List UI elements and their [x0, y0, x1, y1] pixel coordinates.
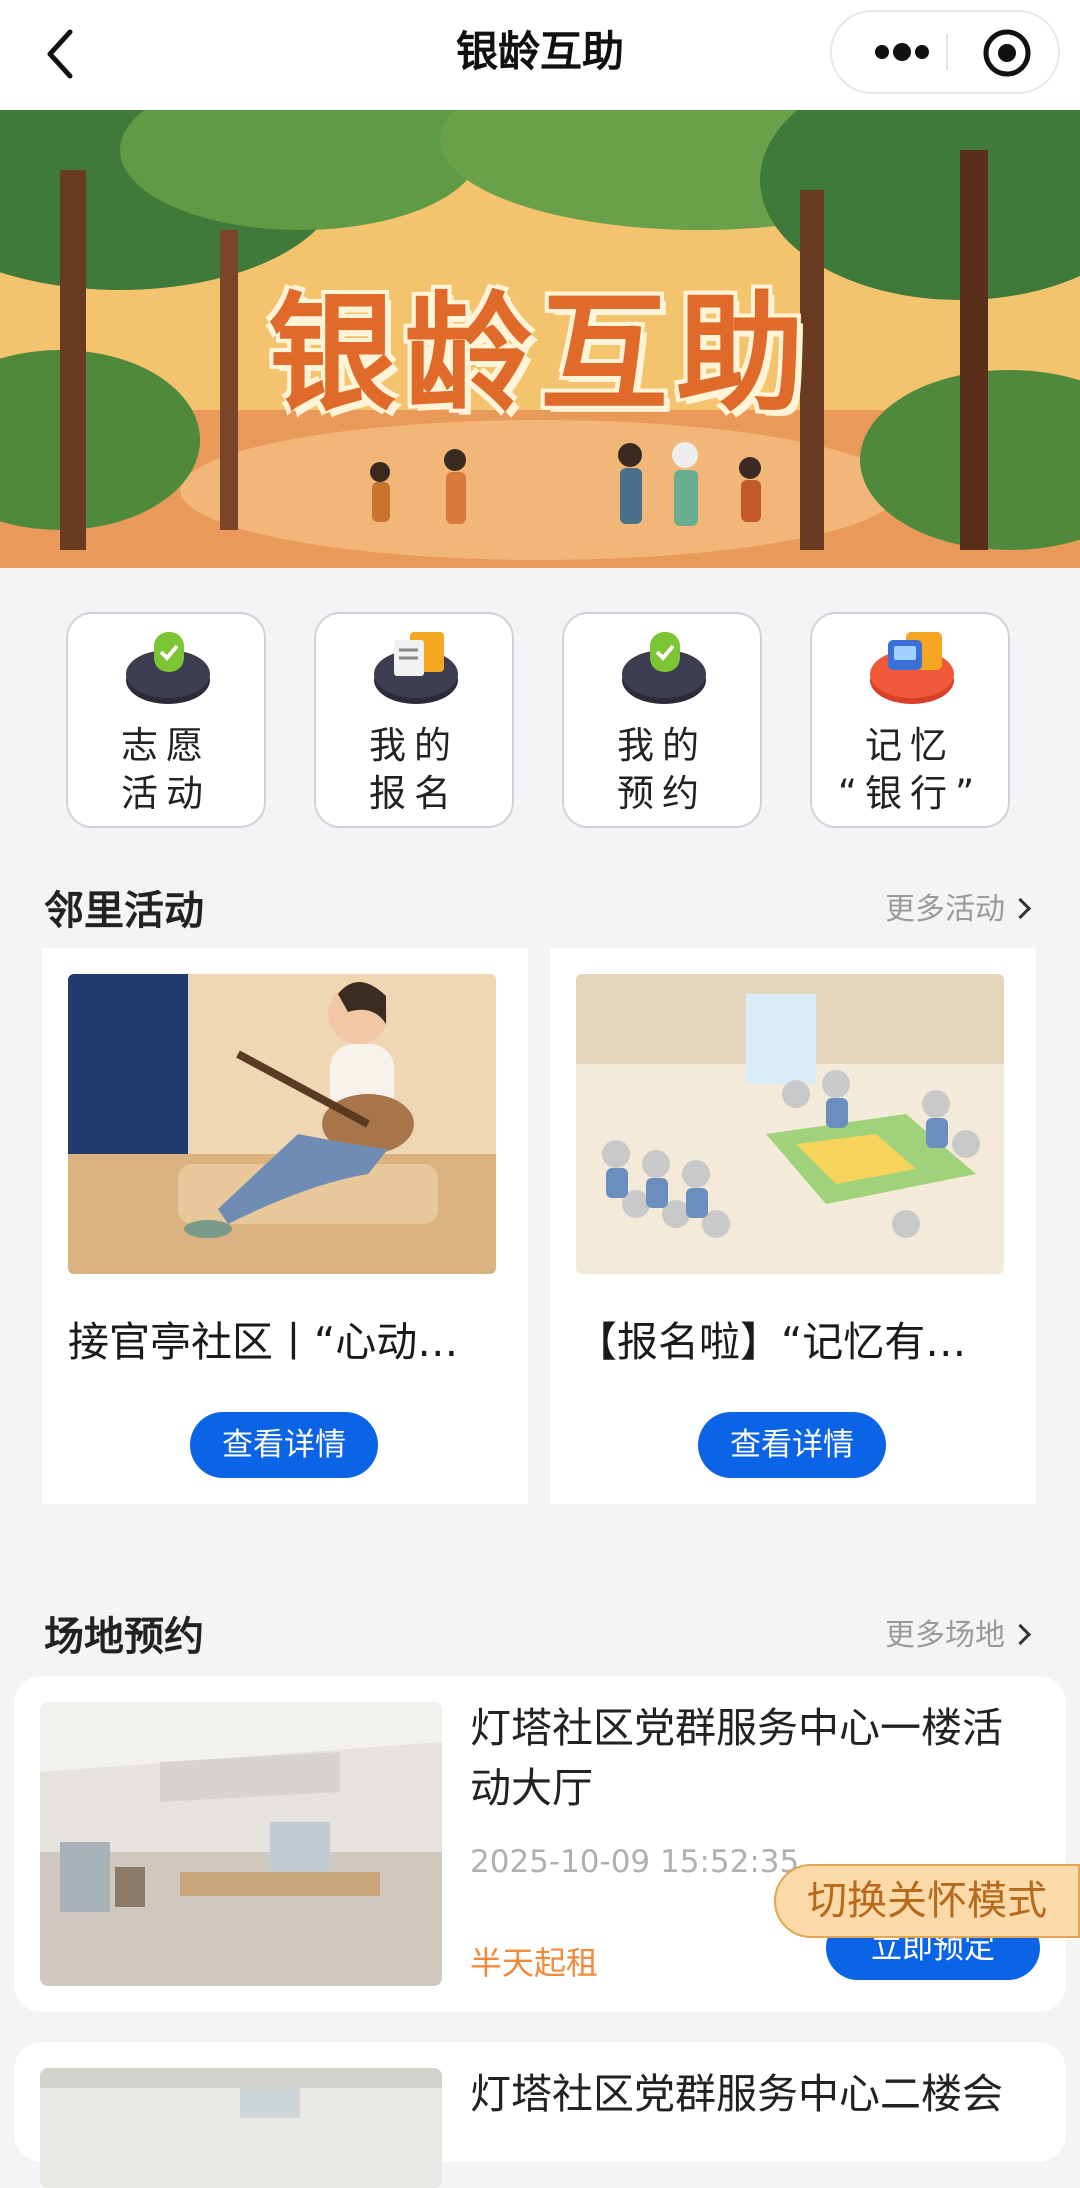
- venue-rental-term: 半天起租: [470, 1944, 599, 1982]
- quick-entry-label: 我的 预约: [617, 724, 707, 815]
- venue-photo: [40, 1702, 442, 1986]
- volunteer-icon: [126, 632, 210, 704]
- reservation-icon: [622, 632, 706, 704]
- hall-photo: [40, 2068, 442, 2188]
- memory-bank-icon: [870, 632, 954, 704]
- view-details-button[interactable]: 查看详情: [698, 1412, 886, 1478]
- section-title-venues: 场地预约: [44, 1614, 204, 1660]
- activity-card[interactable]: 【报名啦】“记忆有… 查看详情: [550, 948, 1036, 1504]
- registration-icon: [374, 632, 458, 704]
- close-program-button[interactable]: [980, 26, 1034, 80]
- care-mode-toggle-button[interactable]: 切换关怀模式: [774, 1864, 1080, 1938]
- quick-entry-label: 记忆 “银行”: [837, 724, 983, 815]
- mini-program-capsule: [830, 10, 1060, 94]
- more-venues-link[interactable]: 更多场地: [885, 1610, 1032, 1654]
- venue-card[interactable]: 灯塔社区党群服务中心一楼活动大厅 2025-10-09 15:52:35 半天起…: [14, 1676, 1066, 2012]
- venue-name: 灯塔社区党群服务中心一楼活动大厅: [470, 1704, 1003, 1812]
- quick-entry-grid: 志愿 活动 我的 报名 我的 预约 记忆 “银行”: [0, 612, 1080, 830]
- hero-banner[interactable]: 银龄互助: [0, 110, 1080, 568]
- navigation-bar: 银龄互助: [0, 0, 1080, 110]
- guitar-player-illustration: [68, 974, 496, 1274]
- activity-title: 【报名啦】“记忆有…: [576, 1318, 967, 1366]
- activity-title: 接官亭社区丨“心动…: [68, 1318, 459, 1366]
- hall-photo: [40, 1702, 442, 1986]
- view-details-button[interactable]: 查看详情: [190, 1412, 378, 1478]
- quick-entry-my-reservation[interactable]: 我的 预约: [562, 612, 762, 828]
- quick-entry-volunteer[interactable]: 志愿 活动: [66, 612, 266, 828]
- quick-entry-memory-bank[interactable]: 记忆 “银行”: [810, 612, 1010, 828]
- activity-card[interactable]: 接官亭社区丨“心动… 查看详情: [42, 948, 528, 1504]
- section-title-activities: 邻里活动: [44, 888, 204, 934]
- chevron-right-icon: [1009, 1623, 1032, 1646]
- activity-image: [576, 974, 1004, 1274]
- quick-entry-label: 我的 报名: [369, 724, 459, 815]
- capsule-divider: [946, 34, 948, 70]
- more-options-button[interactable]: [862, 34, 942, 70]
- more-activities-link[interactable]: 更多活动: [885, 884, 1032, 928]
- more-activities-label: 更多活动: [885, 892, 1005, 927]
- target-circle-icon: [983, 29, 1031, 77]
- venue-photo: [40, 2068, 442, 2188]
- quick-entry-my-registration[interactable]: 我的 报名: [314, 612, 514, 828]
- banner-title: 银龄互助: [267, 279, 812, 429]
- venue-name: 灯塔社区党群服务中心二楼会: [470, 2070, 1003, 2118]
- community-game-illustration: [576, 974, 1004, 1274]
- more-venues-label: 更多场地: [885, 1618, 1005, 1653]
- quick-entry-label: 志愿 活动: [121, 724, 211, 815]
- more-dots-icon: [875, 43, 929, 61]
- venue-card[interactable]: 灯塔社区党群服务中心二楼会: [14, 2042, 1066, 2188]
- activity-image: [68, 974, 496, 1274]
- venue-time: 2025-10-09 15:52:35: [470, 1844, 800, 1880]
- chevron-right-icon: [1009, 897, 1032, 920]
